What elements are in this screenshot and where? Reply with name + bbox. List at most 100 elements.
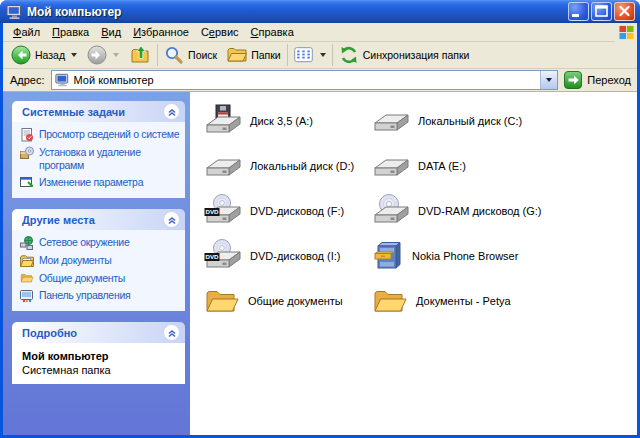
details-description: Системная папка — [22, 364, 181, 376]
system-info-icon — [20, 128, 34, 142]
link-label[interactable]: Сетевое окружение — [39, 236, 129, 249]
shared-documents-item[interactable]: Общие документы — [204, 278, 372, 323]
go-button[interactable]: Переход — [564, 71, 633, 89]
back-label: Назад — [35, 49, 65, 61]
link-label[interactable]: Мои документы — [39, 254, 112, 267]
link-network[interactable]: Сетевое окружение — [20, 236, 184, 250]
nokia-phone-browser-item[interactable]: Nokia Phone Browser — [372, 233, 612, 278]
search-label: Поиск — [188, 49, 217, 61]
collapse-chevron-icon[interactable] — [163, 324, 180, 341]
hard-disk-icon — [372, 106, 410, 136]
toolbar-separator — [332, 44, 333, 66]
up-button[interactable] — [129, 45, 153, 65]
hard-disk-icon — [204, 151, 242, 181]
collapse-chevron-icon[interactable] — [163, 103, 180, 120]
close-button[interactable] — [614, 2, 635, 21]
item-label: Nokia Phone Browser — [412, 250, 518, 262]
panel-body: Сетевое окружение Мои документы Общие до… — [12, 230, 185, 311]
toolbar: Назад Поиск Папки Синхронизация папки — [3, 42, 637, 69]
address-bar: Адрес: Мой компьютер Переход — [3, 69, 637, 92]
task-label[interactable]: Установка и удаление программ — [39, 146, 184, 172]
link-my-documents[interactable]: Мои документы — [20, 254, 184, 268]
details-body: Мой компьютер Системная папка — [12, 343, 185, 384]
explorer-window: Мой компьютер Файл Правка Вид Избранное … — [0, 0, 640, 438]
link-label[interactable]: Панель управления — [39, 289, 130, 302]
titlebar[interactable]: Мой компьютер — [0, 0, 640, 23]
item-label: Локальный диск (C:) — [418, 115, 522, 127]
views-dropdown-icon[interactable] — [320, 53, 326, 57]
drive-d-item[interactable]: Локальный диск (D:) — [204, 143, 372, 188]
item-label: DATA (E:) — [418, 160, 466, 172]
collapse-chevron-icon[interactable] — [163, 211, 180, 228]
address-value: Мой компьютер — [74, 74, 154, 86]
task-label[interactable]: Изменение параметра — [39, 176, 143, 189]
back-button[interactable]: Назад — [9, 45, 79, 65]
dvd-drive-icon — [204, 239, 242, 273]
panel-header-system-tasks[interactable]: Системные задачи — [12, 101, 185, 122]
link-control-panel[interactable]: Панель управления — [20, 289, 184, 303]
link-shared-documents[interactable]: Общие документы — [20, 272, 184, 285]
dvd-ram-drive-icon — [372, 194, 410, 228]
go-label: Переход — [587, 74, 631, 86]
views-icon — [294, 45, 314, 65]
item-label: Диск 3,5 (A:) — [250, 115, 313, 127]
folders-icon — [227, 45, 247, 65]
drive-a-item[interactable]: Диск 3,5 (A:) — [204, 98, 372, 143]
folders-button[interactable]: Папки — [225, 45, 283, 65]
my-documents-icon — [20, 254, 34, 268]
drive-e-item[interactable]: DATA (E:) — [372, 143, 612, 188]
panel-header-other-places[interactable]: Другие места — [12, 209, 185, 230]
menu-favorites[interactable]: Избранное — [127, 24, 195, 40]
forward-button[interactable] — [85, 45, 121, 65]
back-dropdown-icon[interactable] — [71, 53, 77, 57]
task-change-setting[interactable]: Изменение параметра — [20, 176, 184, 190]
go-icon — [564, 71, 582, 89]
drive-i-item[interactable]: DVD-дисковод (I:) — [204, 233, 372, 278]
toolbar-separator — [157, 44, 158, 66]
task-label[interactable]: Просмотр сведений о системе — [39, 128, 179, 141]
window-title: Мой компьютер — [27, 5, 566, 19]
panel-header-details[interactable]: Подробно — [12, 322, 185, 343]
maximize-button[interactable] — [591, 2, 612, 21]
search-icon — [164, 45, 184, 65]
folder-icon — [372, 286, 408, 316]
item-label: DVD-дисковод (F:) — [250, 205, 344, 217]
sync-button[interactable]: Синхронизация папки — [337, 45, 472, 65]
address-label: Адрес: — [10, 74, 45, 86]
drive-c-item[interactable]: Локальный диск (C:) — [372, 98, 612, 143]
views-button[interactable] — [292, 45, 328, 65]
drive-g-item[interactable]: DVD-RAM дисковод (G:) — [372, 188, 612, 233]
chevron-down-icon — [546, 78, 552, 82]
panel-other-places: Другие места Сетевое окружение Мои докум… — [12, 209, 185, 311]
address-dropdown-button[interactable] — [540, 71, 557, 89]
petya-documents-item[interactable]: Документы - Petya — [372, 278, 612, 323]
task-view-system-info[interactable]: Просмотр сведений о системе — [20, 128, 184, 142]
link-label[interactable]: Общие документы — [39, 272, 125, 285]
menu-tools[interactable]: Сервис — [195, 24, 245, 40]
panel-title: Подробно — [22, 327, 77, 339]
menu-file[interactable]: Файл — [7, 24, 46, 40]
task-add-remove-programs[interactable]: Установка и удаление программ — [20, 146, 184, 172]
my-computer-icon — [55, 73, 69, 87]
forward-dropdown-icon[interactable] — [113, 53, 119, 57]
panel-details: Подробно Мой компьютер Системная папка — [12, 322, 185, 384]
menu-edit[interactable]: Правка — [46, 24, 95, 40]
panel-body: Просмотр сведений о системе Установка и … — [12, 122, 185, 198]
panel-system-tasks: Системные задачи Просмотр сведений о сис… — [12, 101, 185, 198]
item-label: DVD-дисковод (I:) — [250, 250, 341, 262]
back-icon — [11, 45, 31, 65]
minimize-button[interactable] — [568, 2, 589, 21]
floppy-drive-icon — [204, 104, 242, 138]
control-panel-icon — [20, 289, 34, 303]
dvd-drive-icon — [204, 194, 242, 228]
drive-f-item[interactable]: DVD-дисковод (F:) — [204, 188, 372, 233]
item-label: Локальный диск (D:) — [250, 160, 354, 172]
task-pane: Системные задачи Просмотр сведений о сис… — [3, 92, 190, 435]
menu-view[interactable]: Вид — [95, 24, 127, 40]
address-combo[interactable]: Мой компьютер — [51, 70, 559, 90]
folders-label: Папки — [251, 49, 281, 61]
search-button[interactable]: Поиск — [162, 45, 219, 65]
toolbar-separator — [287, 44, 288, 66]
sync-label: Синхронизация папки — [363, 49, 470, 61]
menu-help[interactable]: Справка — [245, 24, 300, 40]
